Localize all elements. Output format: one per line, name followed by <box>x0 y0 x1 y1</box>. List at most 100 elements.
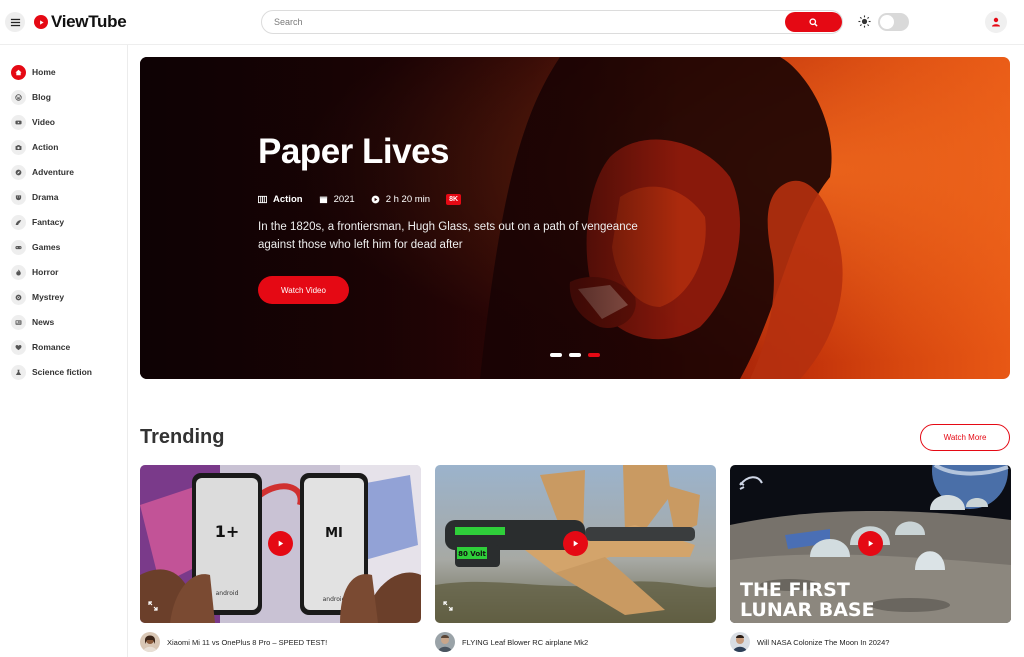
video-card[interactable]: 1+ android MI android Xiaomi Mi 11 vs On… <box>140 465 421 652</box>
video-thumbnail[interactable]: THE FIRST LUNAR BASE <box>730 465 1011 623</box>
svg-text:80 Volt: 80 Volt <box>458 550 486 558</box>
watch-more-button[interactable]: Watch More <box>920 424 1010 451</box>
slider-dot[interactable] <box>550 353 562 357</box>
user-menu-button[interactable] <box>985 11 1007 33</box>
video-card[interactable]: 80 Volt FLYING Leaf Blower RC airplane M… <box>435 465 716 652</box>
video-title[interactable]: Xiaomi Mi 11 vs OnePlus 8 Pro – SPEED TE… <box>167 638 327 647</box>
sidebar-item-label: Games <box>32 242 61 252</box>
quality-badge: 8K <box>446 194 462 205</box>
watch-video-button[interactable]: Watch Video <box>258 276 349 304</box>
video-title[interactable]: Will NASA Colonize The Moon In 2024? <box>757 638 889 647</box>
hero-year: 2021 <box>333 194 355 205</box>
video-thumbnail[interactable]: 80 Volt <box>435 465 716 623</box>
menu-button[interactable] <box>5 12 25 32</box>
sidebar-item-home[interactable]: Home <box>11 63 56 81</box>
video-card[interactable]: THE FIRST LUNAR BASE Will NASA Colonize … <box>730 465 1011 652</box>
sidebar-item-label: Adventure <box>32 167 75 177</box>
film-icon <box>258 195 267 204</box>
play-icon <box>278 540 284 547</box>
video-meta: Will NASA Colonize The Moon In 2024? <box>730 632 1011 652</box>
hero-banner: Paper Lives Action 2021 2 h 20 min 8K In… <box>140 57 1010 379</box>
sidebar-item-label: Home <box>32 67 56 77</box>
sidebar-item-label: Mystrey <box>32 292 65 302</box>
sun-icon[interactable] <box>858 15 871 28</box>
slider-dots <box>550 353 600 357</box>
video-thumbnail[interactable]: 1+ android MI android <box>140 465 421 623</box>
search-button[interactable] <box>785 12 842 32</box>
play-circle-icon <box>371 195 380 204</box>
sidebar-item-fantacy[interactable]: Fantacy <box>11 213 64 231</box>
video-title[interactable]: FLYING Leaf Blower RC airplane Mk2 <box>462 638 588 647</box>
sidebar-item-action[interactable]: Action <box>11 138 58 156</box>
svg-text:THE FIRST: THE FIRST <box>740 579 850 601</box>
sidebar-item-games[interactable]: Games <box>11 238 60 256</box>
sidebar-item-blog[interactable]: Blog <box>11 88 51 106</box>
wordpress-icon <box>11 89 26 105</box>
play-icon <box>573 540 579 547</box>
video-meta: FLYING Leaf Blower RC airplane Mk2 <box>435 632 716 652</box>
newspaper-icon <box>11 314 26 330</box>
sidebar-item-adventure[interactable]: Adventure <box>11 163 74 181</box>
hero-description: In the 1820s, a frontiersman, Hugh Glass… <box>258 221 638 251</box>
home-icon <box>11 64 26 80</box>
heart-icon <box>11 339 26 355</box>
svg-text:MI: MI <box>325 526 343 541</box>
slider-dot-active[interactable] <box>588 353 600 357</box>
compass-icon <box>11 164 26 180</box>
sidebar-item-romance[interactable]: Romance <box>11 338 70 356</box>
hero-duration: 2 h 20 min <box>385 194 431 205</box>
sidebar-item-news[interactable]: News <box>11 313 54 331</box>
sidebar-item-mystrey[interactable]: Mystrey <box>11 288 64 306</box>
play-button[interactable] <box>268 531 293 556</box>
svg-text:android: android <box>216 590 239 597</box>
expand-icon[interactable] <box>443 601 453 611</box>
hero-genre: Action <box>273 194 303 205</box>
svg-text:1+: 1+ <box>215 522 240 541</box>
hamburger-icon <box>10 18 20 26</box>
search-icon <box>809 17 818 27</box>
dark-mode-toggle[interactable] <box>878 13 909 31</box>
sidebar-item-label: Fantacy <box>32 217 65 227</box>
sidebar-item-label: News <box>32 317 55 327</box>
sidebar-item-label: Science fiction <box>32 367 92 377</box>
svg-text:LUNAR BASE: LUNAR BASE <box>740 599 875 621</box>
sidebar: Home Blog Video Action Adventure Drama F… <box>0 45 128 657</box>
channel-avatar[interactable] <box>435 632 455 652</box>
top-header: ViewTube <box>0 0 1024 45</box>
play-button[interactable] <box>563 531 588 556</box>
expand-icon[interactable] <box>148 601 158 611</box>
channel-avatar[interactable] <box>140 632 160 652</box>
slider-dot[interactable] <box>569 353 581 357</box>
play-logo-icon <box>34 15 48 29</box>
channel-avatar[interactable] <box>730 632 750 652</box>
sidebar-item-label: Drama <box>32 192 59 202</box>
sidebar-item-video[interactable]: Video <box>11 113 55 131</box>
search-input[interactable] <box>274 14 774 30</box>
hero-meta: Action 2021 2 h 20 min 8K <box>258 194 462 205</box>
sidebar-item-label: Action <box>32 142 59 152</box>
gamepad-icon <box>11 239 26 255</box>
flame-icon <box>11 264 26 280</box>
play-icon <box>868 540 874 547</box>
flask-icon <box>11 364 26 380</box>
calendar-icon <box>319 195 328 204</box>
section-title-trending: Trending <box>140 426 225 448</box>
video-meta: Xiaomi Mi 11 vs OnePlus 8 Pro – SPEED TE… <box>140 632 421 652</box>
youtube-icon <box>11 114 26 130</box>
sidebar-item-label: Blog <box>32 92 51 102</box>
sidebar-item-drama[interactable]: Drama <box>11 188 58 206</box>
mask-icon <box>11 189 26 205</box>
logo-text: ViewTube <box>51 12 127 31</box>
camera-icon <box>11 139 26 155</box>
dragon-icon <box>11 214 26 230</box>
toggle-knob <box>880 15 894 29</box>
user-icon <box>992 17 1000 27</box>
sidebar-item-label: Video <box>32 117 55 127</box>
sidebar-item-label: Horror <box>32 267 59 277</box>
sidebar-item-science-fiction[interactable]: Science fiction <box>11 363 92 381</box>
sidebar-item-horror[interactable]: Horror <box>11 263 58 281</box>
eye-icon <box>11 289 26 305</box>
logo[interactable]: ViewTube <box>34 12 127 32</box>
hero-title: Paper Lives <box>258 132 450 171</box>
play-button[interactable] <box>858 531 883 556</box>
